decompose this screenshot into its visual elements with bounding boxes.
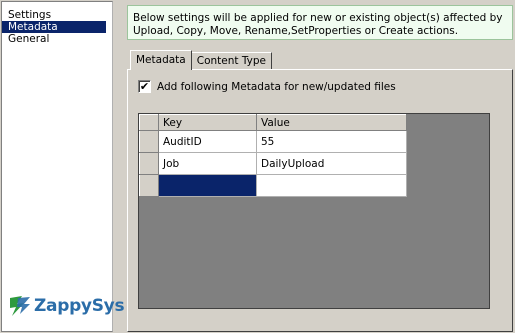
tab-content-type[interactable]: Content Type bbox=[190, 52, 272, 70]
nav-list: Settings Metadata General bbox=[2, 2, 112, 45]
add-metadata-checkbox[interactable]: ✔ bbox=[138, 80, 151, 93]
row-selector[interactable] bbox=[139, 130, 159, 153]
value-cell[interactable]: DailyUpload bbox=[256, 152, 407, 175]
nav-item-metadata[interactable]: Metadata bbox=[2, 21, 106, 33]
metadata-tab-page: ✔ Add following Metadata for new/updated… bbox=[127, 69, 513, 332]
row-selector[interactable] bbox=[139, 152, 159, 175]
new-key-cell[interactable] bbox=[158, 174, 257, 197]
tab-metadata[interactable]: Metadata bbox=[130, 50, 192, 70]
column-header-value[interactable]: Value bbox=[256, 114, 407, 131]
new-row bbox=[139, 174, 407, 197]
zappysys-logo-text: ZappySys bbox=[34, 296, 125, 316]
add-metadata-option: ✔ Add following Metadata for new/updated… bbox=[138, 80, 396, 93]
metadata-table: Key Value AuditID 55 Job DailyUpload bbox=[139, 114, 407, 197]
nav-item-settings[interactable]: Settings bbox=[2, 9, 112, 21]
grid-header-row: Key Value bbox=[139, 114, 407, 131]
key-cell[interactable]: AuditID bbox=[158, 130, 257, 153]
column-header-key[interactable]: Key bbox=[158, 114, 257, 131]
metadata-grid[interactable]: Key Value AuditID 55 Job DailyUpload bbox=[138, 113, 490, 309]
zappysys-logo-icon bbox=[10, 296, 30, 316]
key-cell[interactable]: Job bbox=[158, 152, 257, 175]
tab-strip: Metadata Content Type bbox=[130, 50, 272, 70]
row-selector[interactable] bbox=[139, 174, 159, 197]
table-row: Job DailyUpload bbox=[139, 152, 407, 175]
value-cell[interactable]: 55 bbox=[256, 130, 407, 153]
grid-corner-cell[interactable] bbox=[139, 114, 159, 131]
zappysys-logo: ZappySys bbox=[8, 295, 125, 317]
left-navigation-panel: Settings Metadata General ZappySys bbox=[1, 1, 125, 332]
info-message: Below settings will be applied for new o… bbox=[127, 5, 513, 40]
table-row: AuditID 55 bbox=[139, 130, 407, 153]
nav-item-general[interactable]: General bbox=[2, 33, 112, 45]
add-metadata-checkbox-label: Add following Metadata for new/updated f… bbox=[157, 80, 396, 93]
new-value-cell[interactable] bbox=[256, 174, 407, 197]
